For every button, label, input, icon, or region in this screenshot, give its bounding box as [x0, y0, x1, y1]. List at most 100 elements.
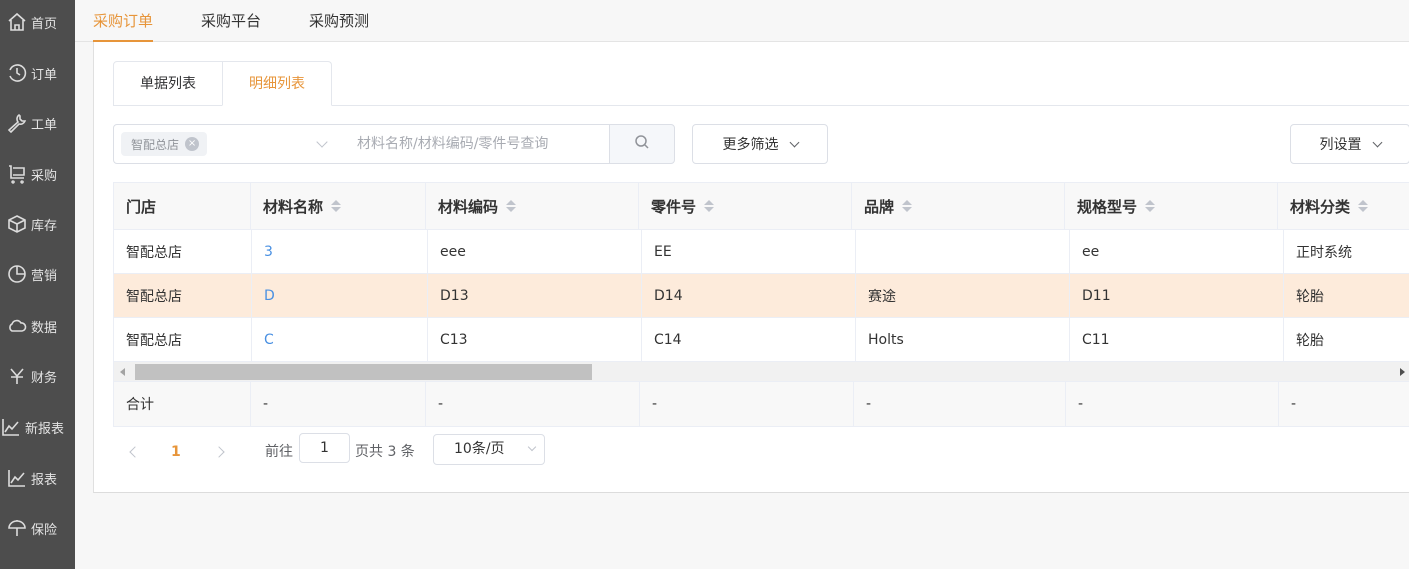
sidebar-item-label: 数据 — [31, 320, 58, 336]
column-title: 品牌 — [864, 197, 895, 216]
sort-icon[interactable] — [704, 200, 715, 212]
page-size-select[interactable]: 10条/页 — [433, 434, 545, 465]
cell-store: 智配总店 — [114, 318, 252, 362]
prev-page-icon[interactable] — [129, 446, 141, 458]
cell-part-no: D14 — [642, 274, 856, 318]
sidebar-item-label: 新报表 — [25, 421, 65, 437]
cell-category: 轮胎 — [1284, 274, 1409, 318]
sort-icon[interactable] — [331, 200, 342, 212]
scroll-left-icon[interactable] — [120, 368, 125, 376]
sidebar-item-work-orders[interactable]: 工单 — [0, 108, 75, 138]
sidebar-item-label: 订单 — [31, 67, 58, 83]
scroll-right-icon[interactable] — [1400, 368, 1405, 376]
goto-label: 前往 — [265, 444, 293, 460]
close-icon[interactable]: × — [185, 137, 200, 151]
cell-material-code: eee — [428, 230, 642, 274]
sidebar-item-orders[interactable]: 订单 — [0, 58, 75, 88]
column-header-store: 门店 — [114, 183, 251, 230]
column-header-material-name[interactable]: 材料名称 — [251, 183, 426, 230]
sidebar-item-new-reports[interactable]: 新报表 — [0, 412, 75, 442]
horizontal-scrollbar[interactable] — [114, 362, 1409, 382]
scrollbar-thumb[interactable] — [135, 364, 592, 380]
search-button[interactable] — [609, 124, 675, 164]
summary-cell: - — [251, 382, 426, 427]
sidebar-item-inventory[interactable]: 库存 — [0, 209, 75, 239]
sort-icon[interactable] — [506, 200, 517, 212]
top-tab-bar: 采购订单 采购平台 采购预测 — [75, 0, 1409, 42]
page-number[interactable]: 1 — [171, 439, 181, 465]
yen-icon — [6, 365, 28, 387]
material-name-link[interactable]: D — [264, 288, 275, 304]
table-summary-row: 合计 - - - - - - — [114, 382, 1409, 427]
column-header-material-code[interactable]: 材料编码 — [426, 183, 639, 230]
pagination: 1 前往 页共 3 条 10条/页 — [113, 433, 713, 471]
table-row[interactable]: 智配总店 D D13 D14 赛途 D11 轮胎 — [114, 274, 1409, 318]
cell-material-code: D13 — [428, 274, 642, 318]
column-settings-button[interactable]: 列设置 — [1290, 124, 1409, 164]
summary-label: 合计 — [114, 382, 251, 427]
store-select[interactable]: 智配总店 × — [113, 124, 341, 164]
tab-detail-list[interactable]: 明细列表 — [222, 61, 332, 106]
sort-icon[interactable] — [902, 200, 913, 212]
sidebar: 首页 订单 工单 采购 库存 营销 数据 财务 新报表 报表 保险 — [0, 0, 75, 569]
sidebar-item-data[interactable]: 数据 — [0, 311, 75, 341]
sidebar-item-reports[interactable]: 报表 — [0, 463, 75, 493]
wrench-icon — [6, 112, 28, 134]
column-title: 零件号 — [651, 197, 697, 216]
home-icon — [6, 11, 28, 33]
column-header-spec[interactable]: 规格型号 — [1065, 183, 1278, 230]
sidebar-item-finance[interactable]: 财务 — [0, 361, 75, 391]
sidebar-item-home[interactable]: 首页 — [0, 7, 75, 37]
search-input[interactable] — [340, 124, 610, 164]
tab-purchase-forecast[interactable]: 采购预测 — [309, 10, 369, 42]
store-tag: 智配总店 × — [121, 132, 208, 156]
sidebar-item-marketing[interactable]: 营销 — [0, 259, 75, 289]
tab-document-list[interactable]: 单据列表 — [113, 61, 223, 106]
summary-cell: - — [640, 382, 854, 427]
search-icon — [634, 134, 650, 154]
table-header: 门店 材料名称 材料编码 零件号 品牌 规格型号 材料分类 — [114, 183, 1409, 230]
material-name-link[interactable]: C — [264, 332, 274, 348]
sidebar-item-label: 保险 — [31, 522, 58, 538]
table-row[interactable]: 智配总店 3 eee EE ee 正时系统 — [114, 230, 1409, 274]
column-header-part-no[interactable]: 零件号 — [639, 183, 852, 230]
tab-purchase-orders[interactable]: 采购订单 — [93, 10, 154, 42]
summary-cell: - — [1279, 382, 1409, 427]
sidebar-item-insurance[interactable]: 保险 — [0, 513, 75, 543]
chevron-down-icon — [789, 137, 799, 147]
summary-cell: - — [426, 382, 640, 427]
sidebar-item-label: 首页 — [31, 16, 58, 32]
cell-brand: 赛途 — [856, 274, 1070, 318]
cell-spec: C11 — [1070, 318, 1284, 362]
cell-material-name: C — [252, 318, 428, 362]
cell-part-no: C14 — [642, 318, 856, 362]
chevron-down-icon — [1372, 137, 1382, 147]
cell-brand — [856, 230, 1070, 274]
sort-icon[interactable] — [1145, 200, 1156, 212]
column-header-category[interactable]: 材料分类 — [1278, 183, 1409, 230]
umbrella-icon — [6, 517, 28, 539]
column-title: 材料分类 — [1290, 197, 1351, 216]
material-name-link[interactable]: 3 — [264, 244, 273, 260]
column-title: 规格型号 — [1077, 197, 1138, 216]
summary-cell: - — [1066, 382, 1279, 427]
tab-purchase-platform[interactable]: 采购平台 — [201, 10, 261, 42]
next-page-icon[interactable] — [213, 446, 225, 458]
more-filters-button[interactable]: 更多筛选 — [692, 124, 828, 164]
sidebar-item-purchase[interactable]: 采购 — [0, 159, 75, 189]
content-card: 单据列表 明细列表 智配总店 × 更多筛选 列设置 门店 材料名称 材料编码 零… — [93, 42, 1409, 493]
cell-part-no: EE — [642, 230, 856, 274]
cell-store: 智配总店 — [114, 230, 252, 274]
column-header-brand[interactable]: 品牌 — [852, 183, 1065, 230]
box-icon — [6, 213, 28, 235]
goto-page-input[interactable] — [299, 433, 350, 463]
summary-cell: - — [854, 382, 1066, 427]
sort-icon[interactable] — [1358, 200, 1369, 212]
table-row[interactable]: 智配总店 C C13 C14 Holts C11 轮胎 — [114, 318, 1409, 362]
cell-store: 智配总店 — [114, 274, 252, 318]
column-title: 材料编码 — [438, 197, 499, 216]
pie-chart-icon — [6, 263, 28, 285]
store-tag-label: 智配总店 — [131, 137, 180, 152]
cell-brand: Holts — [856, 318, 1070, 362]
more-filters-label: 更多筛选 — [722, 137, 779, 153]
